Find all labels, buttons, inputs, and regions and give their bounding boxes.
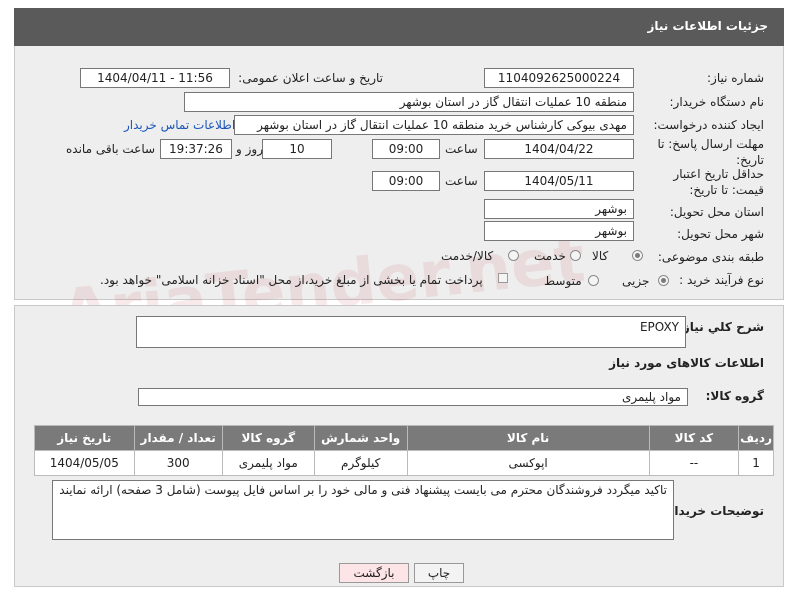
col-date: تاریخ نیاز <box>34 425 135 451</box>
treasury-payment-checkbox[interactable] <box>498 273 508 283</box>
city-field: بوشهر <box>484 221 634 241</box>
category-service-radio[interactable] <box>570 250 581 261</box>
contact-buyer-link[interactable]: اطلاعات تماس خریدار <box>124 118 235 132</box>
category-goods-radio[interactable] <box>632 250 643 261</box>
province-field: بوشهر <box>484 199 634 219</box>
province-label: استان محل تحویل: <box>669 205 764 219</box>
payment-note: پرداخت تمام یا بخشی از مبلغ خرید،از محل … <box>100 273 483 287</box>
buyer-notes-field: تاکید میگردد فروشندگان محترم می بایست پی… <box>52 480 674 540</box>
requester-label: ایجاد کننده درخواست: <box>653 118 764 132</box>
reply-time-label: ساعت <box>445 142 478 156</box>
col-name: نام کالا <box>406 425 650 451</box>
category-goods-service-radio[interactable] <box>508 250 519 261</box>
category-goods-label: کالا <box>592 249 609 263</box>
process-medium-radio[interactable] <box>588 275 599 286</box>
goods-section-title: اطلاعات کالاهای مورد نیاز <box>609 356 764 370</box>
goods-table: ردیف کد کالا نام کالا واحد شمارش گروه کا… <box>34 425 774 476</box>
back-button[interactable]: بازگشت <box>339 563 409 583</box>
cell-name: اپوکسی <box>406 450 650 476</box>
need-number-label: شماره نیاز: <box>707 71 764 85</box>
category-goods-service-label: کالا/خدمت <box>441 249 494 263</box>
goods-group-label: گروه کالا: <box>705 389 764 403</box>
summary-label: شرح کلي نياز: <box>678 320 764 334</box>
col-unit: واحد شمارش <box>313 425 408 451</box>
process-label: نوع فرآیند خرید : <box>679 273 764 287</box>
process-medium-label: متوسط <box>544 274 582 288</box>
process-minor-label: جزیی <box>622 274 650 288</box>
remaining-label: ساعت باقی مانده <box>66 142 156 156</box>
goods-group-field: مواد پلیمری <box>138 388 688 406</box>
price-time-label: ساعت <box>445 174 478 188</box>
col-code: کد کالا <box>648 425 740 451</box>
reply-date-field: 1404/04/22 <box>484 139 634 159</box>
process-minor-radio[interactable] <box>658 275 669 286</box>
city-label: شهر محل تحویل: <box>677 227 764 241</box>
price-time-field: 09:00 <box>372 171 440 191</box>
reply-time-field: 09:00 <box>372 139 440 159</box>
table-row: 1 -- اپوکسی کیلوگرم مواد پلیمری 300 1404… <box>34 450 774 476</box>
need-number-field: 1104092625000224 <box>484 68 634 88</box>
announce-field: 1404/04/11 - 11:56 <box>80 68 230 88</box>
cell-date: 1404/05/05 <box>34 450 135 476</box>
panel-header: جزئیات اطلاعات نیاز <box>14 8 784 46</box>
cell-group: مواد پلیمری <box>221 450 315 476</box>
print-button[interactable]: چاپ <box>414 563 464 583</box>
price-deadline-label: حداقل تاریخ اعتبار قیمت: تا تاریخ: <box>673 167 764 197</box>
category-label: طبقه بندی موضوعی: <box>657 250 764 264</box>
price-date-field: 1404/05/11 <box>484 171 634 191</box>
buyer-org-field: منطقه 10 عملیات انتقال گاز در استان بوشه… <box>184 92 634 112</box>
announce-label: تاریخ و ساعت اعلان عمومی: <box>238 71 383 85</box>
cell-row: 1 <box>738 450 774 476</box>
col-group: گروه کالا <box>221 425 315 451</box>
cell-qty: 300 <box>133 450 223 476</box>
cell-unit: کیلوگرم <box>313 450 408 476</box>
requester-field: مهدی بیوکی کارشناس خرید منطقه 10 عملیات … <box>234 115 634 135</box>
buyer-org-label: نام دستگاه خریدار: <box>669 95 765 109</box>
reply-deadline-label: مهلت ارسال پاسخ: تا تاریخ: <box>657 137 764 167</box>
cell-code: -- <box>648 450 740 476</box>
category-service-label: خدمت <box>534 249 566 263</box>
panel-title: جزئیات اطلاعات نیاز <box>647 19 768 33</box>
col-qty: تعداد / مقدار <box>133 425 223 451</box>
summary-field: EPOXY <box>136 316 686 348</box>
table-header-row: ردیف کد کالا نام کالا واحد شمارش گروه کا… <box>34 425 774 451</box>
remaining-time-field: 19:37:26 <box>160 139 232 159</box>
col-row: ردیف <box>738 425 774 451</box>
days-field: 10 <box>262 139 332 159</box>
buyer-notes-label: توضیحات خریدار: <box>662 504 764 518</box>
days-label: روز و <box>236 142 263 156</box>
